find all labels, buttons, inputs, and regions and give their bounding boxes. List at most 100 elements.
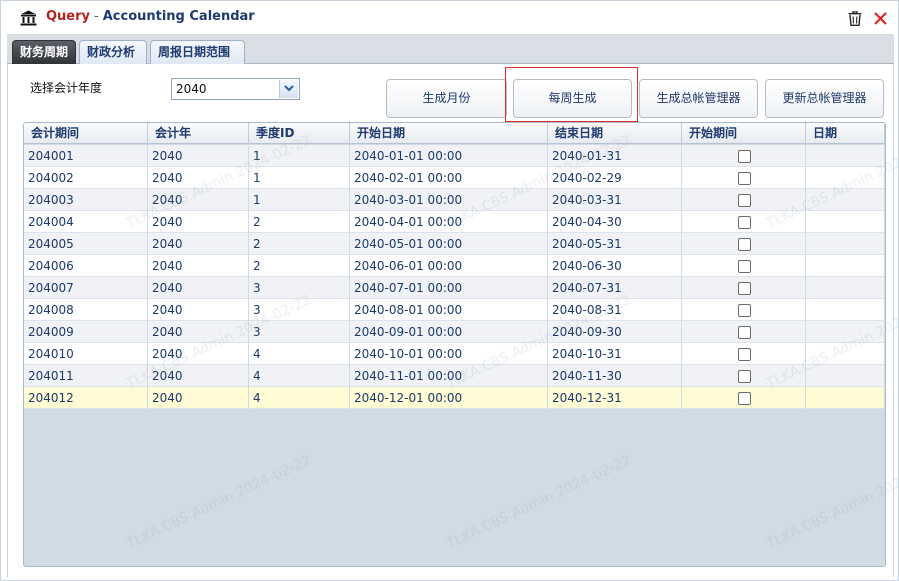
cell-period: 204010 (24, 343, 148, 365)
chevron-down-icon[interactable] (279, 80, 298, 98)
cell-year: 2040 (148, 277, 249, 299)
cell-date (806, 211, 885, 233)
bank-building-icon (20, 10, 37, 26)
table-row[interactable]: 204009 2040 3 2040-09-01 00:00 2040-09-30 (24, 321, 885, 343)
table-row[interactable]: 204008 2040 3 2040-08-01 00:00 2040-08-31 (24, 299, 885, 321)
cell-date (806, 145, 885, 167)
cell-date (806, 365, 885, 387)
cell-quarter: 1 (249, 167, 350, 189)
accounting-calendar-grid: 会计期间 会计年 季度ID 开始日期 结束日期 开始期间 日期 204001 20… (23, 122, 886, 567)
cell-quarter: 3 (249, 321, 350, 343)
window-title: Query - Accounting Calendar (46, 9, 255, 24)
cell-year: 2040 (148, 189, 249, 211)
cell-date (806, 167, 885, 189)
generate-month-button[interactable]: 生成月份 (386, 79, 507, 118)
column-header-quarter[interactable]: 季度ID (249, 123, 350, 144)
table-row[interactable]: 204007 2040 3 2040-07-01 00:00 2040-07-31 (24, 277, 885, 299)
start-period-checkbox[interactable] (738, 392, 751, 405)
table-row[interactable]: 204002 2040 1 2040-02-01 00:00 2040-02-29 (24, 167, 885, 189)
cell-period: 204003 (24, 189, 148, 211)
cell-start-date: 2040-03-01 00:00 (350, 189, 548, 211)
cell-period: 204011 (24, 365, 148, 387)
cell-date (806, 255, 885, 277)
cell-start-period (682, 365, 806, 387)
cell-period: 204001 (24, 145, 148, 167)
start-period-checkbox[interactable] (738, 348, 751, 361)
column-header-end-date[interactable]: 结束日期 (548, 123, 682, 144)
cell-period: 204007 (24, 277, 148, 299)
start-period-checkbox[interactable] (738, 326, 751, 339)
cell-year: 2040 (148, 255, 249, 277)
fiscal-year-value: 2040 (176, 82, 207, 96)
generate-gl-manager-button[interactable]: 生成总帐管理器 (639, 79, 758, 118)
cell-end-date: 2040-07-31 (548, 277, 682, 299)
cell-start-date: 2040-06-01 00:00 (350, 255, 548, 277)
table-row[interactable]: 204006 2040 2 2040-06-01 00:00 2040-06-30 (24, 255, 885, 277)
tab-fiscal-period[interactable]: 财务周期 (12, 40, 76, 64)
cell-quarter: 2 (249, 211, 350, 233)
column-header-year[interactable]: 会计年 (148, 123, 249, 144)
table-row[interactable]: 204005 2040 2 2040-05-01 00:00 2040-05-31 (24, 233, 885, 255)
cell-year: 2040 (148, 167, 249, 189)
cell-end-date: 2040-06-30 (548, 255, 682, 277)
tab-fiscal-analysis[interactable]: 财政分析 (79, 40, 147, 64)
table-row[interactable]: 204004 2040 2 2040-04-01 00:00 2040-04-30 (24, 211, 885, 233)
cell-date (806, 277, 885, 299)
column-header-date[interactable]: 日期 (806, 123, 885, 144)
start-period-checkbox[interactable] (738, 370, 751, 383)
cell-quarter: 1 (249, 189, 350, 211)
fiscal-year-label: 选择会计年度 (30, 81, 103, 95)
table-row[interactable]: 204010 2040 4 2040-10-01 00:00 2040-10-31 (24, 343, 885, 365)
cell-start-period (682, 167, 806, 189)
fiscal-year-select[interactable]: 2040 (171, 78, 300, 100)
trash-icon[interactable] (848, 11, 862, 26)
cell-quarter: 3 (249, 299, 350, 321)
cell-start-date: 2040-01-01 00:00 (350, 145, 548, 167)
cell-year: 2040 (148, 387, 249, 409)
start-period-checkbox[interactable] (738, 216, 751, 229)
column-header-start-date[interactable]: 开始日期 (350, 123, 548, 144)
table-row[interactable]: 204012 2040 4 2040-12-01 00:00 2040-12-31 (24, 387, 885, 409)
cell-period: 204002 (24, 167, 148, 189)
cell-end-date: 2040-02-29 (548, 167, 682, 189)
cell-end-date: 2040-10-31 (548, 343, 682, 365)
cell-date (806, 189, 885, 211)
cell-quarter: 2 (249, 233, 350, 255)
start-period-checkbox[interactable] (738, 194, 751, 207)
cell-start-period (682, 211, 806, 233)
cell-start-date: 2040-07-01 00:00 (350, 277, 548, 299)
cell-date (806, 233, 885, 255)
close-icon[interactable] (873, 11, 888, 26)
cell-period: 204005 (24, 233, 148, 255)
cell-period: 204006 (24, 255, 148, 277)
cell-end-date: 2040-08-31 (548, 299, 682, 321)
cell-start-period (682, 387, 806, 409)
start-period-checkbox[interactable] (738, 150, 751, 163)
start-period-checkbox[interactable] (738, 282, 751, 295)
cell-year: 2040 (148, 343, 249, 365)
start-period-checkbox[interactable] (738, 260, 751, 273)
cell-end-date: 2040-05-31 (548, 233, 682, 255)
start-period-checkbox[interactable] (738, 238, 751, 251)
cell-year: 2040 (148, 211, 249, 233)
start-period-checkbox[interactable] (738, 304, 751, 317)
column-header-start-period[interactable]: 开始期间 (682, 123, 806, 144)
cell-start-period (682, 255, 806, 277)
cell-year: 2040 (148, 365, 249, 387)
update-gl-manager-button[interactable]: 更新总帐管理器 (765, 79, 884, 118)
start-period-checkbox[interactable] (738, 172, 751, 185)
cell-quarter: 4 (249, 365, 350, 387)
cell-date (806, 387, 885, 409)
table-row[interactable]: 204011 2040 4 2040-11-01 00:00 2040-11-30 (24, 365, 885, 387)
cell-end-date: 2040-11-30 (548, 365, 682, 387)
cell-end-date: 2040-04-30 (548, 211, 682, 233)
accounting-calendar-window: Query - Accounting Calendar 财务周期 财政分析 周报日期… (0, 0, 899, 581)
cell-date (806, 321, 885, 343)
column-header-period[interactable]: 会计期间 (24, 123, 148, 144)
cell-year: 2040 (148, 299, 249, 321)
cell-start-date: 2040-09-01 00:00 (350, 321, 548, 343)
table-row[interactable]: 204003 2040 1 2040-03-01 00:00 2040-03-31 (24, 189, 885, 211)
tab-weekly-date-range[interactable]: 周报日期范围 (150, 40, 245, 64)
cell-start-date: 2040-08-01 00:00 (350, 299, 548, 321)
table-row[interactable]: 204001 2040 1 2040-01-01 00:00 2040-01-31 (24, 145, 885, 167)
